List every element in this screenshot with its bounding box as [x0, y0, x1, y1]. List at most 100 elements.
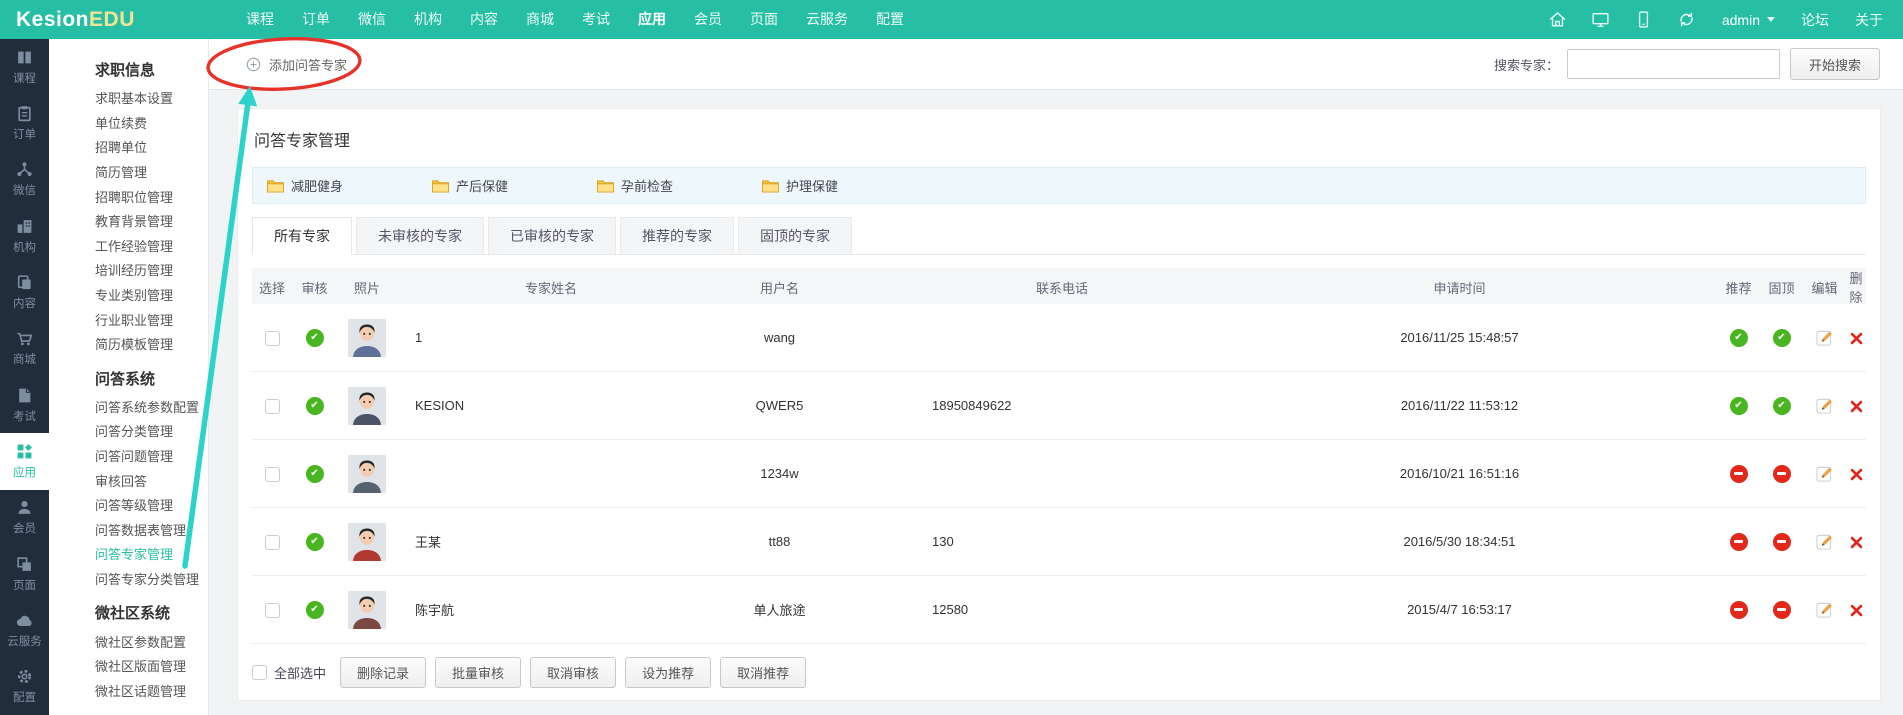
pin-status-icon[interactable]	[1773, 329, 1791, 347]
expert-tab[interactable]: 所有专家	[252, 217, 352, 255]
top-nav-item[interactable]: 内容	[456, 0, 512, 39]
bulk-action-button[interactable]: 设为推荐	[625, 657, 711, 688]
pin-status-icon[interactable]	[1773, 465, 1791, 483]
recommend-status-icon[interactable]	[1730, 465, 1748, 483]
sidebar-item[interactable]: 问答系统	[95, 371, 208, 389]
sidebar-item[interactable]: 问答问题管理	[95, 445, 208, 470]
top-nav-item[interactable]: 课程	[232, 0, 288, 39]
rail-item[interactable]: 应用	[0, 433, 49, 489]
select-all-control[interactable]: 全部选中	[252, 663, 326, 682]
sidebar-item[interactable]: 行业职业管理	[95, 308, 208, 333]
rail-item[interactable]: 考试	[0, 377, 49, 433]
pin-status-icon[interactable]	[1773, 601, 1791, 619]
top-nav-item[interactable]: 云服务	[792, 0, 862, 39]
select-all-checkbox[interactable]	[252, 665, 267, 680]
category-item[interactable]: 孕前检查	[597, 176, 762, 195]
sidebar-item[interactable]: 培训经历管理	[95, 259, 208, 284]
rail-item[interactable]: 页面	[0, 546, 49, 602]
rail-item[interactable]: 机构	[0, 208, 49, 264]
top-nav-item[interactable]: 页面	[736, 0, 792, 39]
edit-icon[interactable]	[1816, 329, 1833, 346]
edit-icon[interactable]	[1816, 601, 1833, 618]
sidebar-item[interactable]: 专业类别管理	[95, 284, 208, 309]
rail-item[interactable]: 会员	[0, 490, 49, 546]
rail-item[interactable]: 微信	[0, 152, 49, 208]
row-checkbox[interactable]	[265, 331, 280, 346]
expert-tab[interactable]: 推荐的专家	[620, 217, 734, 255]
category-item[interactable]: 产后保健	[432, 176, 597, 195]
recommend-status-icon[interactable]	[1730, 533, 1748, 551]
expert-tab[interactable]: 已审核的专家	[488, 217, 616, 255]
about-link[interactable]: 关于	[1855, 10, 1883, 30]
sidebar-item[interactable]: 微社区话题管理	[95, 679, 208, 704]
sidebar-item[interactable]: 简历管理	[95, 161, 208, 186]
top-nav-item[interactable]: 应用	[624, 0, 680, 39]
recommend-status-icon[interactable]	[1730, 601, 1748, 619]
rail-item[interactable]: 云服务	[0, 602, 49, 658]
top-nav-item[interactable]: 会员	[680, 0, 736, 39]
top-nav-item[interactable]: 商城	[512, 0, 568, 39]
rail-item[interactable]: 配置	[0, 659, 49, 715]
expert-tab[interactable]: 未审核的专家	[356, 217, 484, 255]
sidebar-item[interactable]: 求职基本设置	[95, 87, 208, 112]
sidebar-item[interactable]: 微社区版面管理	[95, 655, 208, 680]
delete-icon[interactable]	[1850, 536, 1863, 549]
sidebar-item[interactable]: 教育背景管理	[95, 210, 208, 235]
monitor-icon[interactable]	[1591, 10, 1610, 29]
recommend-status-icon[interactable]	[1730, 329, 1748, 347]
sidebar-item[interactable]: 微社区参数配置	[95, 630, 208, 655]
row-checkbox[interactable]	[265, 535, 280, 550]
row-checkbox[interactable]	[265, 603, 280, 618]
sidebar-item[interactable]: 招聘职位管理	[95, 185, 208, 210]
bulk-action-button[interactable]: 取消推荐	[720, 657, 806, 688]
top-nav-item[interactable]: 机构	[400, 0, 456, 39]
delete-icon[interactable]	[1850, 400, 1863, 413]
sidebar-item[interactable]: 审核回答	[95, 469, 208, 494]
sidebar-item[interactable]: 招聘单位	[95, 136, 208, 161]
delete-icon[interactable]	[1850, 332, 1863, 345]
search-expert-input[interactable]	[1567, 49, 1780, 79]
top-nav-item[interactable]: 配置	[862, 0, 918, 39]
sidebar-item[interactable]: 问答专家管理	[95, 543, 208, 568]
row-checkbox[interactable]	[265, 467, 280, 482]
sidebar-item[interactable]: 单位续费	[95, 112, 208, 137]
category-item[interactable]: 减肥健身	[267, 176, 432, 195]
rail-item[interactable]: 内容	[0, 264, 49, 320]
edit-icon[interactable]	[1816, 465, 1833, 482]
mobile-icon[interactable]	[1634, 10, 1653, 29]
sync-icon[interactable]	[1677, 10, 1696, 29]
top-nav-item[interactable]: 考试	[568, 0, 624, 39]
category-item[interactable]: 护理保健	[762, 176, 927, 195]
sidebar-item[interactable]: 问答分类管理	[95, 420, 208, 445]
sidebar-item[interactable]: 工作经验管理	[95, 235, 208, 260]
expert-tab[interactable]: 固顶的专家	[738, 217, 852, 255]
rail-item[interactable]: 商城	[0, 321, 49, 377]
pin-status-icon[interactable]	[1773, 397, 1791, 415]
forum-link[interactable]: 论坛	[1801, 10, 1829, 30]
delete-icon[interactable]	[1850, 604, 1863, 617]
bulk-action-button[interactable]: 取消审核	[530, 657, 616, 688]
admin-user-menu[interactable]: admin	[1722, 12, 1775, 28]
sidebar-item[interactable]: 问答等级管理	[95, 494, 208, 519]
add-expert-button[interactable]: 添加问答专家	[246, 55, 347, 74]
start-search-button[interactable]: 开始搜索	[1790, 48, 1880, 80]
rail-item[interactable]: 订单	[0, 95, 49, 151]
sidebar-item[interactable]: 问答专家分类管理	[95, 568, 208, 593]
sidebar-item[interactable]: 求职信息	[95, 62, 208, 80]
bulk-action-button[interactable]: 批量审核	[435, 657, 521, 688]
sidebar-item[interactable]: 微社区系统	[95, 605, 208, 623]
edit-icon[interactable]	[1816, 533, 1833, 550]
delete-icon[interactable]	[1850, 468, 1863, 481]
home-icon[interactable]	[1548, 10, 1567, 29]
sidebar-item[interactable]: 问答系统参数配置	[95, 396, 208, 421]
pin-status-icon[interactable]	[1773, 533, 1791, 551]
edit-icon[interactable]	[1816, 397, 1833, 414]
recommend-status-icon[interactable]	[1730, 397, 1748, 415]
sidebar-item[interactable]: 问答数据表管理	[95, 519, 208, 544]
rail-item[interactable]: 课程	[0, 39, 49, 95]
top-nav-item[interactable]: 订单	[288, 0, 344, 39]
bulk-action-button[interactable]: 删除记录	[340, 657, 426, 688]
sidebar-item[interactable]: 简历模板管理	[95, 333, 208, 358]
top-nav-item[interactable]: 微信	[344, 0, 400, 39]
row-checkbox[interactable]	[265, 399, 280, 414]
